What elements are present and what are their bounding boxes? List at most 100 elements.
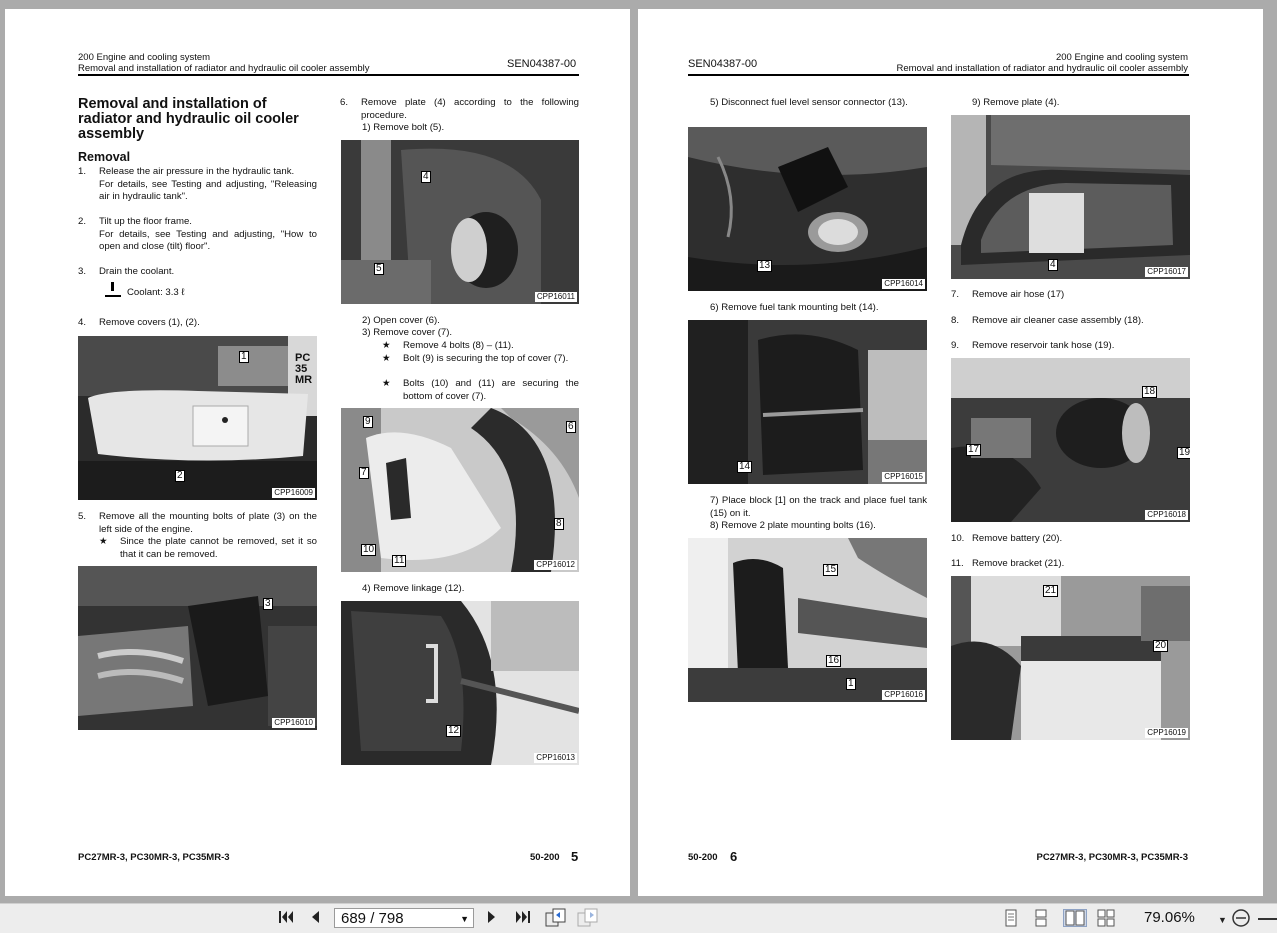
- callout-20: 20: [1153, 640, 1169, 652]
- header-subsection: Removal and installation of radiator and…: [896, 63, 1189, 74]
- callout-4: 4: [421, 171, 431, 183]
- footer-section-code: 50-200: [530, 852, 560, 863]
- first-page-button[interactable]: [277, 908, 295, 930]
- callout-9: 9: [363, 416, 373, 428]
- previous-page-button[interactable]: [308, 908, 322, 930]
- viewer-toolbar: 689 / 798 ▼ 79.06% ▼: [0, 903, 1277, 933]
- zoom-out-button[interactable]: [1231, 908, 1251, 932]
- page-number-input[interactable]: 689 / 798 ▼: [334, 908, 474, 928]
- back-view-icon: [545, 908, 566, 927]
- photo-cpp16011: 4 5 CPP16011: [341, 140, 579, 304]
- footer-page-number: 6: [730, 849, 738, 864]
- header-doc-code: SEN04387-00: [688, 58, 758, 70]
- callout-2: 2: [175, 470, 185, 482]
- footer-models: PC27MR-3, PC30MR-3, PC35MR-3: [1036, 852, 1188, 863]
- callout-1: 1: [239, 351, 249, 363]
- header-rule: [78, 74, 579, 76]
- star-icon: ★: [382, 353, 391, 364]
- photo-cpp16019: 21 20 CPP16019: [951, 576, 1190, 740]
- zoom-slider-track[interactable]: [1258, 918, 1277, 920]
- image-code: CPP16013: [534, 753, 577, 763]
- single-page-icon: [1005, 909, 1017, 927]
- image-code: CPP16011: [534, 292, 577, 302]
- single-page-view-button[interactable]: [1001, 909, 1021, 927]
- photo-cpp16012: 9 6 7 8 10 11 CPP16012: [341, 408, 579, 572]
- step-r7: 7) Place block [1] on the track and plac…: [710, 495, 927, 519]
- image-code: CPP16009: [272, 488, 315, 498]
- callout-10: 10: [361, 544, 377, 556]
- go-back-view-button[interactable]: [545, 908, 567, 932]
- callout-8: 8: [554, 518, 564, 530]
- step-r9: 9) Remove plate (4).: [972, 97, 1060, 108]
- two-page-continuous-icon: [1097, 909, 1115, 927]
- step-n7: 7. Remove air hose (17): [951, 289, 1065, 300]
- forward-view-icon: [577, 908, 598, 927]
- zoom-out-icon: [1232, 909, 1250, 927]
- callout-14: 14: [737, 461, 753, 473]
- star-icon: ★: [99, 536, 108, 547]
- image-code: CPP16012: [534, 560, 577, 570]
- callout-17: 17: [966, 444, 982, 456]
- footer-page-number: 5: [571, 849, 579, 864]
- photo-cpp16009: 1 2 PC 35 MR CPP16009: [78, 336, 317, 500]
- previous-page-icon: [312, 911, 319, 923]
- image-code: CPP16018: [1145, 510, 1188, 520]
- step-r6: 6) Remove fuel tank mounting belt (14).: [710, 302, 879, 313]
- image-code: CPP16015: [882, 472, 925, 482]
- callout-18: 18: [1142, 386, 1158, 398]
- step-n11: 11. Remove bracket (21).: [951, 558, 1065, 569]
- star-icon: ★: [382, 340, 391, 351]
- next-page-button[interactable]: [485, 908, 499, 930]
- callout-19: 19: [1177, 447, 1190, 459]
- callout-21: 21: [1043, 585, 1059, 597]
- continuous-view-button[interactable]: [1031, 909, 1051, 927]
- callout-3: 3: [263, 598, 273, 610]
- callout-6: 6: [566, 421, 576, 433]
- header-rule: [688, 74, 1189, 76]
- photo-cpp16013: 12 CPP16013: [341, 601, 579, 765]
- photo-cpp16015: 14 CPP16015: [688, 320, 927, 484]
- step-3: 3. Drain the coolant.: [78, 266, 175, 277]
- zoom-dropdown-icon[interactable]: ▼: [1218, 910, 1227, 930]
- two-page-view-button[interactable]: [1063, 909, 1087, 927]
- first-page-icon: [279, 911, 293, 923]
- photo-cpp16014: 13 CPP16014: [688, 127, 927, 291]
- callout-7: 7: [359, 467, 369, 479]
- step-6-3-a: ★ Remove 4 bolts (8) – (11).: [382, 340, 514, 351]
- dropdown-arrow-icon[interactable]: ▼: [460, 909, 469, 929]
- step-6-3-c: ★ Bolts (10) and (11) are securing the b…: [382, 378, 579, 402]
- callout-11: 11: [392, 555, 407, 567]
- image-code: CPP16017: [1145, 267, 1188, 277]
- document-page-left: 200 Engine and cooling system Removal an…: [5, 9, 630, 896]
- page-title: Removal and installation of radiator and…: [78, 96, 299, 142]
- image-code: CPP16014: [882, 279, 925, 289]
- two-page-continuous-view-button[interactable]: [1096, 909, 1116, 927]
- image-code: CPP16010: [272, 718, 315, 728]
- section-subtitle: Removal: [78, 150, 131, 164]
- step-5: 5. Remove all the mounting bolts of plat…: [78, 511, 317, 535]
- header-doc-code: SEN04387-00: [507, 58, 577, 70]
- step-r5: 5) Disconnect fuel level sensor connecto…: [710, 97, 908, 108]
- last-page-button[interactable]: [514, 908, 532, 930]
- callout-block-1: 1: [846, 678, 856, 690]
- step-2: 2. Tilt up the floor frame. For details,…: [78, 216, 317, 252]
- callout-5: 5: [374, 263, 384, 275]
- photo-cpp16010: 3 CPP16010: [78, 566, 317, 730]
- go-forward-view-button[interactable]: [577, 908, 599, 932]
- zoom-level[interactable]: 79.06%: [1144, 909, 1195, 926]
- step-6-1: 1) Remove bolt (5).: [362, 122, 445, 133]
- step-r8: 8) Remove 2 plate mounting bolts (16).: [710, 520, 876, 531]
- step-6-3: 3) Remove cover (7).: [362, 327, 453, 338]
- next-page-icon: [488, 911, 495, 923]
- step-4: 4. Remove covers (1), (2).: [78, 317, 200, 328]
- callout-15: 15: [823, 564, 839, 576]
- image-code: CPP16019: [1145, 728, 1188, 738]
- continuous-page-icon: [1035, 909, 1047, 927]
- step-n8: 8. Remove air cleaner case assembly (18)…: [951, 315, 1144, 326]
- header-subsection: Removal and installation of radiator and…: [78, 63, 370, 74]
- step-6: 6. Remove plate (4) according to the fol…: [340, 97, 579, 121]
- photo-cpp16018: 18 17 19 CPP16018: [951, 358, 1190, 522]
- header-section: 200 Engine and cooling system: [1055, 52, 1188, 63]
- step-1: 1. Release the air pressure in the hydra…: [78, 166, 317, 202]
- header-section: 200 Engine and cooling system: [78, 52, 211, 63]
